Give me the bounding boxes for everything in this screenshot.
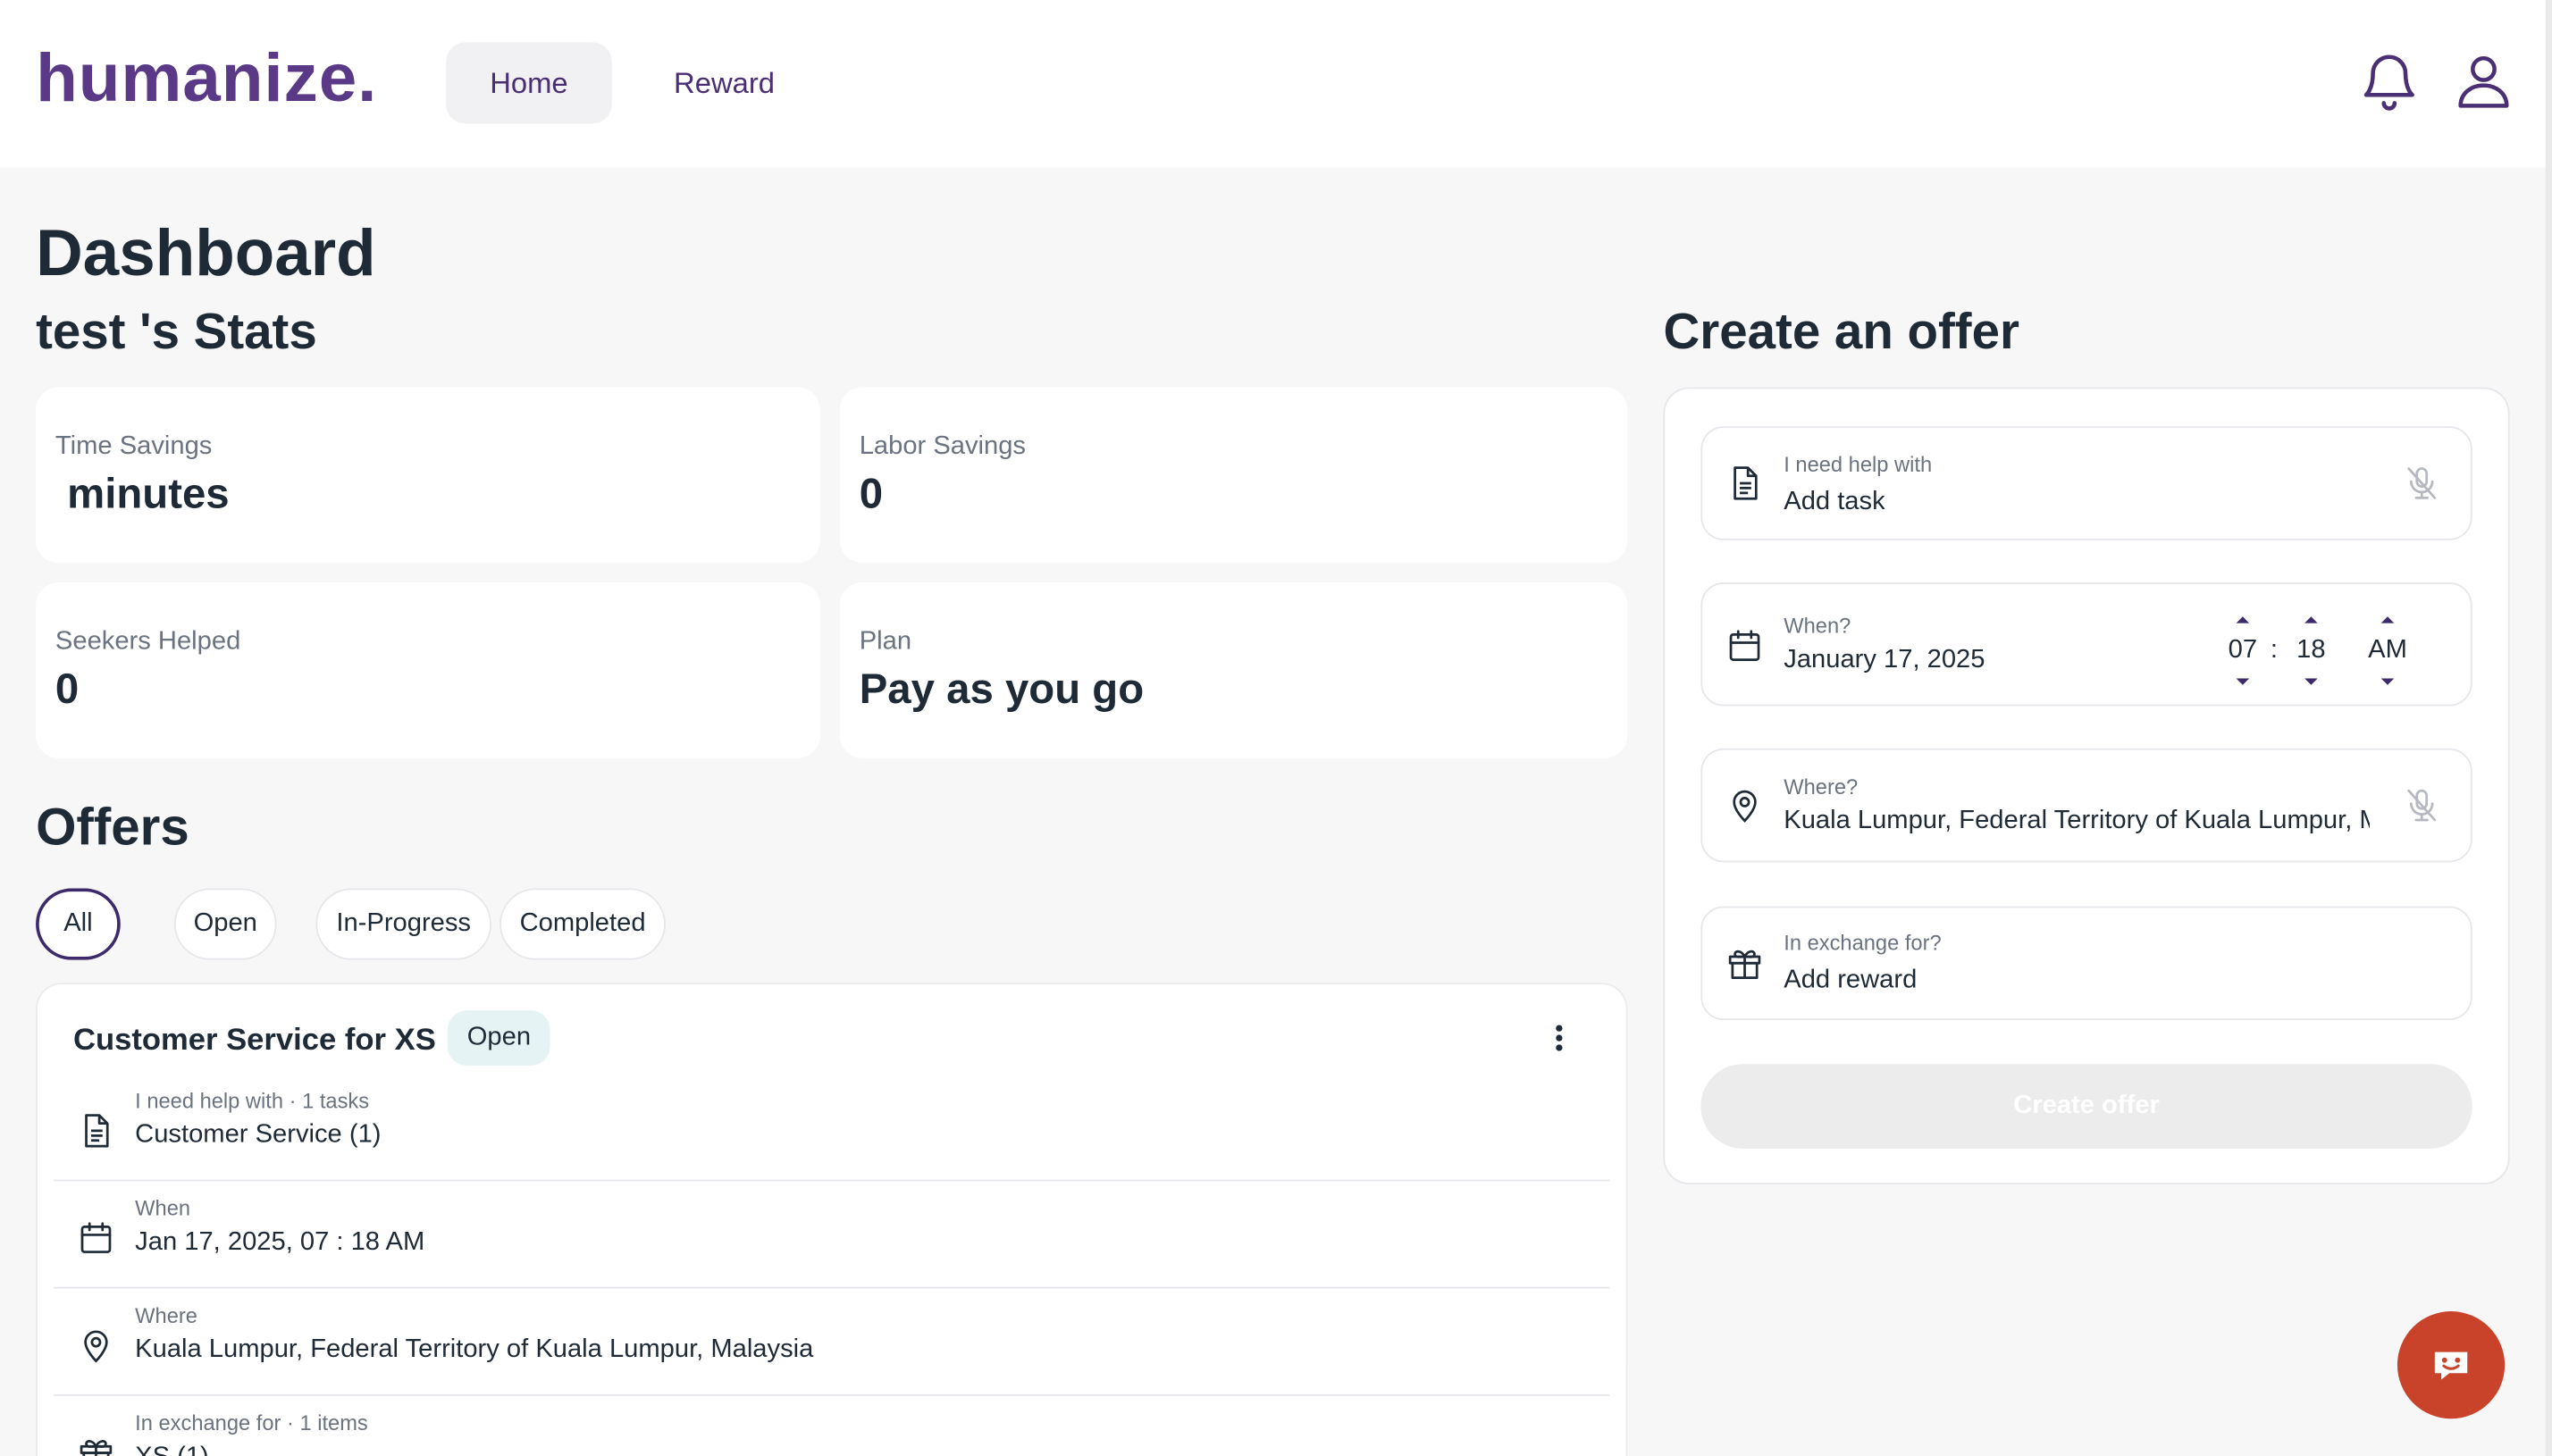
where-field[interactable]: Where? Kuala Lumpur, Federal Territory o…: [1700, 748, 2472, 863]
calendar-icon: [1729, 630, 1760, 661]
meridiem-down-arrow-icon[interactable]: [2378, 675, 2397, 689]
exchange-field-value: Add reward: [1784, 966, 1918, 994]
filter-open[interactable]: Open: [173, 888, 277, 960]
calendar-icon: [80, 1222, 112, 1253]
offer-title: Customer Service for XS: [72, 1023, 436, 1058]
offer-row-value: Kuala Lumpur, Federal Territory of Kuala…: [135, 1335, 814, 1364]
gift-icon: [80, 1440, 113, 1456]
stat-value: Pay as you go: [859, 664, 1145, 713]
when-field-label: When?: [1784, 613, 1851, 638]
stat-card-seekers-helped: Seekers Helped 0: [36, 582, 820, 758]
exchange-field[interactable]: In exchange for? Add reward: [1700, 906, 2472, 1021]
task-field-value: Add task: [1784, 488, 1885, 516]
create-offer-heading: Create an offer: [1663, 302, 2019, 360]
time-separator: :: [2270, 636, 2278, 665]
filter-completed[interactable]: Completed: [499, 888, 666, 960]
stat-card-labor-savings: Labor Savings 0: [839, 387, 1628, 564]
document-icon: [85, 1114, 109, 1148]
bell-icon[interactable]: [2356, 49, 2422, 114]
stats-heading: test 's Stats: [36, 302, 317, 360]
stat-label: Labor Savings: [859, 432, 1027, 461]
create-offer-panel: I need help with Add task When? January …: [1663, 387, 2510, 1184]
minute-up-arrow-icon[interactable]: [2301, 614, 2321, 627]
hour-spinner: 07: [2223, 614, 2262, 689]
gift-icon: [1728, 950, 1761, 980]
document-icon: [1734, 466, 1758, 500]
when-field[interactable]: When? January 17, 2025 07 : 18 AM: [1700, 582, 2472, 707]
chat-icon: [2434, 1351, 2468, 1380]
status-badge: Open: [447, 1010, 550, 1067]
create-offer-button[interactable]: Create offer: [1700, 1064, 2472, 1149]
stat-card-time-savings: Time Savings minutes: [36, 387, 820, 564]
hour-down-arrow-icon[interactable]: [2233, 675, 2253, 689]
stat-label: Seekers Helped: [55, 628, 241, 657]
offer-row-task: I need help with · 1 tasks Customer Serv…: [54, 1075, 1610, 1182]
page: humanize. Home Reward Dashboard test 's …: [0, 0, 2552, 1456]
chat-button[interactable]: [2397, 1311, 2506, 1419]
stat-value: minutes: [55, 468, 230, 518]
location-pin-icon: [84, 1330, 108, 1363]
offer-row-when: When Jan 17, 2025, 07 : 18 AM: [54, 1183, 1610, 1289]
exchange-field-label: In exchange for?: [1784, 930, 1942, 956]
where-field-label: Where?: [1784, 774, 1859, 799]
offers-heading: Offers: [36, 797, 189, 857]
offer-row-label: I need help with · 1 tasks: [135, 1088, 370, 1113]
offer-row-label: When: [135, 1195, 191, 1221]
page-scrollbar[interactable]: [2545, 0, 2552, 1456]
stat-value: 0: [859, 468, 884, 518]
stat-label: Time Savings: [55, 432, 213, 461]
hour-value[interactable]: 07: [2223, 636, 2262, 665]
meridiem-value[interactable]: AM: [2360, 636, 2415, 665]
stat-value: 0: [55, 664, 80, 713]
more-options-icon[interactable]: [1541, 1020, 1577, 1059]
minute-spinner: 18: [2292, 614, 2331, 689]
offer-row-where: Where Kuala Lumpur, Federal Territory of…: [54, 1290, 1610, 1396]
mic-off-icon[interactable]: [2402, 786, 2441, 825]
brand-logo[interactable]: humanize.: [36, 39, 377, 117]
filter-in-progress[interactable]: In-Progress: [315, 888, 492, 960]
user-icon[interactable]: [2451, 49, 2516, 114]
offer-row-label: In exchange for · 1 items: [135, 1410, 368, 1435]
top-navigation-bar: humanize. Home Reward: [0, 0, 2552, 168]
mic-off-icon[interactable]: [2402, 464, 2441, 503]
offer-row-value: Customer Service (1): [135, 1120, 382, 1149]
task-field[interactable]: I need help with Add task: [1700, 426, 2472, 540]
stat-label: Plan: [859, 628, 912, 657]
meridiem-up-arrow-icon[interactable]: [2378, 614, 2397, 627]
nav-reward[interactable]: Reward: [648, 42, 801, 123]
offer-row-exchange: In exchange for · 1 items XS (1): [54, 1398, 1609, 1456]
minute-down-arrow-icon[interactable]: [2301, 675, 2321, 689]
date-value[interactable]: January 17, 2025: [1784, 646, 1985, 675]
hour-up-arrow-icon[interactable]: [2233, 614, 2253, 627]
offer-row-value: Jan 17, 2025, 07 : 18 AM: [135, 1228, 425, 1257]
time-picker: 07 : 18 AM: [2217, 614, 2429, 689]
offer-row-label: Where: [135, 1302, 197, 1328]
location-pin-icon: [1733, 790, 1757, 823]
offer-card[interactable]: Customer Service for XS Open I need help…: [36, 983, 1628, 1456]
meridiem-spinner: AM: [2360, 614, 2415, 689]
where-field-value: Kuala Lumpur, Federal Territory of Kuala…: [1784, 807, 2370, 835]
filter-all[interactable]: All: [36, 888, 121, 960]
task-field-label: I need help with: [1784, 452, 1933, 477]
minute-value[interactable]: 18: [2292, 636, 2331, 665]
page-title: Dashboard: [36, 218, 376, 290]
offer-row-value: XS (1): [135, 1443, 209, 1456]
nav-home[interactable]: Home: [446, 42, 612, 124]
stat-card-plan: Plan Pay as you go: [839, 582, 1628, 758]
